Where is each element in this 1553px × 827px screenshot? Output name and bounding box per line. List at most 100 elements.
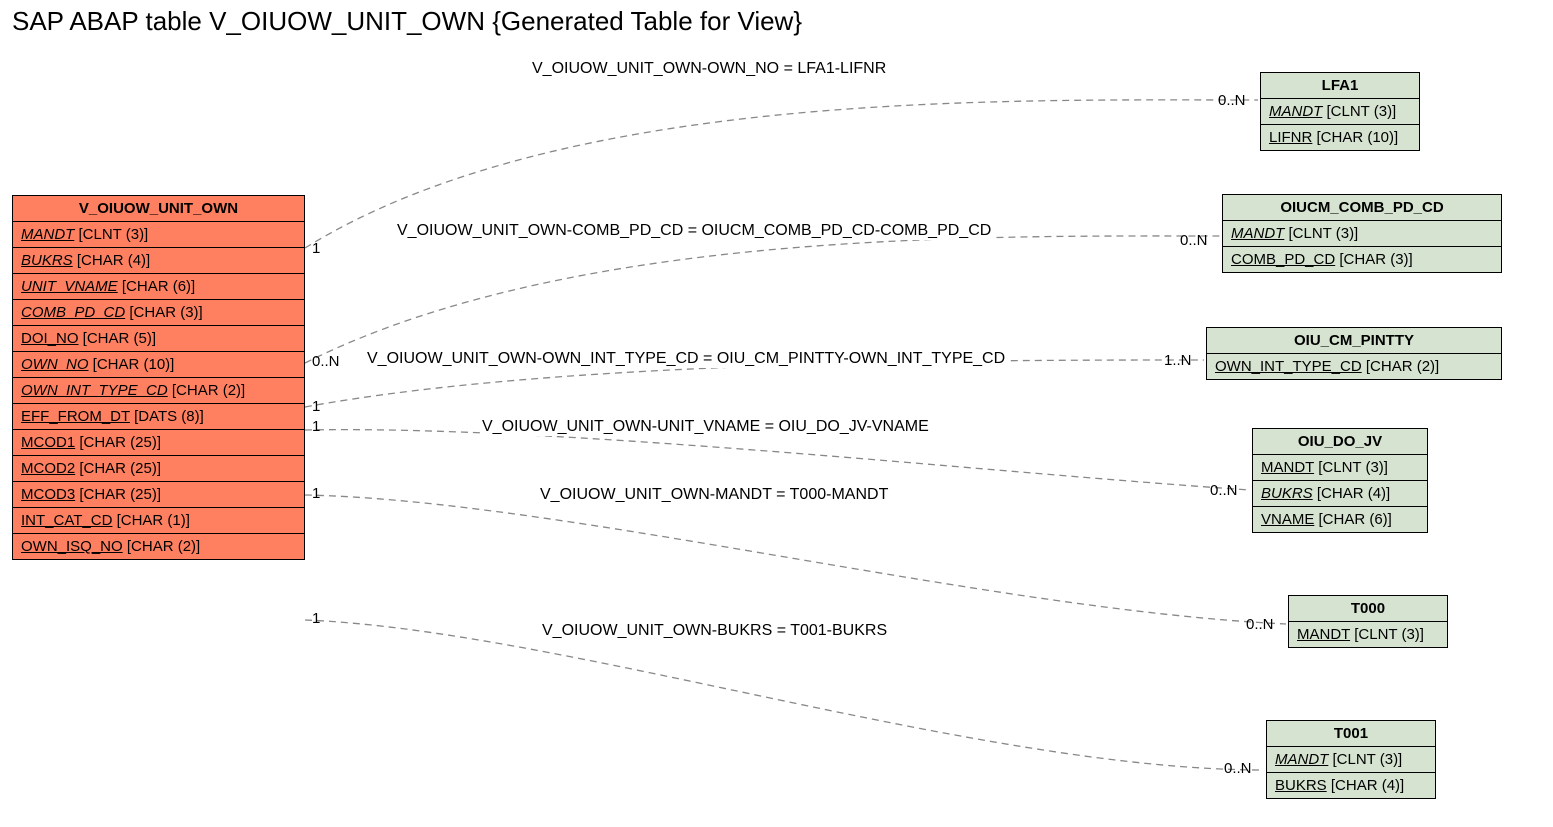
entity-main-field: COMB_PD_CD [CHAR (3)] — [13, 300, 304, 326]
entity-oiucm-header: OIUCM_COMB_PD_CD — [1223, 195, 1501, 221]
field-name: OWN_INT_TYPE_CD — [21, 382, 168, 399]
rel-label-t000: V_OIUOW_UNIT_OWN-MANDT = T000-MANDT — [538, 486, 890, 504]
entity-main-field: INT_CAT_CD [CHAR (1)] — [13, 508, 304, 534]
entity-main-field: OWN_INT_TYPE_CD [CHAR (2)] — [13, 378, 304, 404]
field-name: MANDT — [1231, 225, 1284, 242]
entity-t001-field: MANDT [CLNT (3)] — [1267, 747, 1435, 773]
field-type: [DATS (8)] — [130, 408, 204, 425]
card-left-r3: 0..N — [312, 353, 340, 370]
connector-dojv — [305, 430, 1250, 490]
field-type: [CHAR (10)] — [1312, 129, 1398, 146]
field-name: COMB_PD_CD — [21, 304, 125, 321]
field-name: OWN_INT_TYPE_CD — [1215, 358, 1362, 375]
field-name: MANDT — [1275, 751, 1328, 768]
entity-main-field: BUKRS [CHAR (4)] — [13, 248, 304, 274]
entity-oiucm: OIUCM_COMB_PD_CD MANDT [CLNT (3)]COMB_PD… — [1222, 194, 1502, 273]
field-name: BUKRS — [1275, 777, 1327, 794]
field-type: [CHAR (6)] — [1314, 511, 1392, 528]
page-title: SAP ABAP table V_OIUOW_UNIT_OWN {Generat… — [12, 6, 802, 37]
rel-label-dojv: V_OIUOW_UNIT_OWN-UNIT_VNAME = OIU_DO_JV-… — [480, 418, 931, 436]
rel-label-pintty: V_OIUOW_UNIT_OWN-OWN_INT_TYPE_CD = OIU_C… — [365, 350, 1007, 368]
entity-pintty-header: OIU_CM_PINTTY — [1207, 328, 1501, 354]
card-right-r2: 0..N — [1180, 232, 1208, 249]
entity-dojv-field: VNAME [CHAR (6)] — [1253, 507, 1427, 532]
entity-main-field: MANDT [CLNT (3)] — [13, 222, 304, 248]
field-name: BUKRS — [21, 252, 73, 269]
field-name: BUKRS — [1261, 485, 1313, 502]
entity-main-header: V_OIUOW_UNIT_OWN — [13, 196, 304, 222]
field-type: [CHAR (5)] — [79, 330, 157, 347]
rel-label-t001: V_OIUOW_UNIT_OWN-BUKRS = T001-BUKRS — [540, 622, 889, 640]
field-type: [CHAR (3)] — [1335, 251, 1413, 268]
field-type: [CLNT (3)] — [1314, 459, 1388, 476]
entity-main: V_OIUOW_UNIT_OWN MANDT [CLNT (3)]BUKRS [… — [12, 195, 305, 560]
entity-main-field: MCOD2 [CHAR (25)] — [13, 456, 304, 482]
card-right-dojv: 0..N — [1210, 482, 1238, 499]
entity-t001-header: T001 — [1267, 721, 1435, 747]
card-right-r3: 1..N — [1164, 352, 1192, 369]
entity-oiucm-field: MANDT [CLNT (3)] — [1223, 221, 1501, 247]
field-name: INT_CAT_CD — [21, 512, 112, 529]
field-type: [CHAR (4)] — [1313, 485, 1391, 502]
card-right-r6: 0..N — [1224, 760, 1252, 777]
connector-oiucm — [305, 236, 1220, 363]
entity-lfa1: LFA1 MANDT [CLNT (3)]LIFNR [CHAR (10)] — [1260, 72, 1420, 151]
entity-main-field: OWN_ISQ_NO [CHAR (2)] — [13, 534, 304, 559]
connector-t001 — [305, 620, 1264, 770]
field-name: LIFNR — [1269, 129, 1312, 146]
field-type: [CHAR (25)] — [75, 434, 161, 451]
entity-main-field: DOI_NO [CHAR (5)] — [13, 326, 304, 352]
card-right-r5: 0..N — [1246, 616, 1274, 633]
field-type: [CHAR (2)] — [1362, 358, 1440, 375]
entity-main-field: EFF_FROM_DT [DATS (8)] — [13, 404, 304, 430]
field-type: [CHAR (6)] — [118, 278, 196, 295]
entity-main-field: OWN_NO [CHAR (10)] — [13, 352, 304, 378]
entity-dojv-field: BUKRS [CHAR (4)] — [1253, 481, 1427, 507]
field-type: [CHAR (2)] — [123, 538, 201, 555]
field-type: [CLNT (3)] — [1350, 626, 1424, 643]
entity-lfa1-field: MANDT [CLNT (3)] — [1261, 99, 1419, 125]
field-name: MCOD1 — [21, 434, 75, 451]
card-left-extra: 1 — [312, 418, 320, 435]
entity-t000-field: MANDT [CLNT (3)] — [1289, 622, 1447, 647]
field-name: VNAME — [1261, 511, 1314, 528]
card-left-r4: 1 — [312, 398, 320, 415]
field-type: [CHAR (2)] — [168, 382, 246, 399]
field-name: UNIT_VNAME — [21, 278, 118, 295]
entity-main-field: UNIT_VNAME [CHAR (6)] — [13, 274, 304, 300]
entity-pintty-field: OWN_INT_TYPE_CD [CHAR (2)] — [1207, 354, 1501, 379]
field-type: [CLNT (3)] — [1322, 103, 1396, 120]
entity-t001: T001 MANDT [CLNT (3)]BUKRS [CHAR (4)] — [1266, 720, 1436, 799]
field-name: MANDT — [1261, 459, 1314, 476]
card-left-r5: 1 — [312, 485, 320, 502]
entity-oiucm-field: COMB_PD_CD [CHAR (3)] — [1223, 247, 1501, 272]
entity-pintty: OIU_CM_PINTTY OWN_INT_TYPE_CD [CHAR (2)] — [1206, 327, 1502, 380]
entity-lfa1-field: LIFNR [CHAR (10)] — [1261, 125, 1419, 150]
entity-dojv-field: MANDT [CLNT (3)] — [1253, 455, 1427, 481]
field-name: MCOD3 — [21, 486, 75, 503]
field-type: [CLNT (3)] — [74, 226, 148, 243]
field-name: MCOD2 — [21, 460, 75, 477]
field-name: EFF_FROM_DT — [21, 408, 130, 425]
field-type: [CHAR (4)] — [1327, 777, 1405, 794]
field-type: [CHAR (25)] — [75, 460, 161, 477]
card-left-r1: 1 — [312, 240, 320, 257]
field-type: [CHAR (10)] — [89, 356, 175, 373]
field-type: [CHAR (3)] — [125, 304, 203, 321]
field-type: [CLNT (3)] — [1284, 225, 1358, 242]
entity-dojv: OIU_DO_JV MANDT [CLNT (3)]BUKRS [CHAR (4… — [1252, 428, 1428, 533]
entity-main-field: MCOD3 [CHAR (25)] — [13, 482, 304, 508]
entity-t001-field: BUKRS [CHAR (4)] — [1267, 773, 1435, 798]
field-name: COMB_PD_CD — [1231, 251, 1335, 268]
entity-t000: T000 MANDT [CLNT (3)] — [1288, 595, 1448, 648]
field-name: OWN_NO — [21, 356, 89, 373]
entity-t000-header: T000 — [1289, 596, 1447, 622]
field-type: [CHAR (25)] — [75, 486, 161, 503]
field-name: DOI_NO — [21, 330, 79, 347]
connector-t000 — [305, 495, 1286, 624]
field-type: [CLNT (3)] — [1328, 751, 1402, 768]
rel-label-lfa1: V_OIUOW_UNIT_OWN-OWN_NO = LFA1-LIFNR — [530, 60, 888, 78]
entity-main-field: MCOD1 [CHAR (25)] — [13, 430, 304, 456]
entity-lfa1-header: LFA1 — [1261, 73, 1419, 99]
card-right-r1: 0..N — [1218, 92, 1246, 109]
